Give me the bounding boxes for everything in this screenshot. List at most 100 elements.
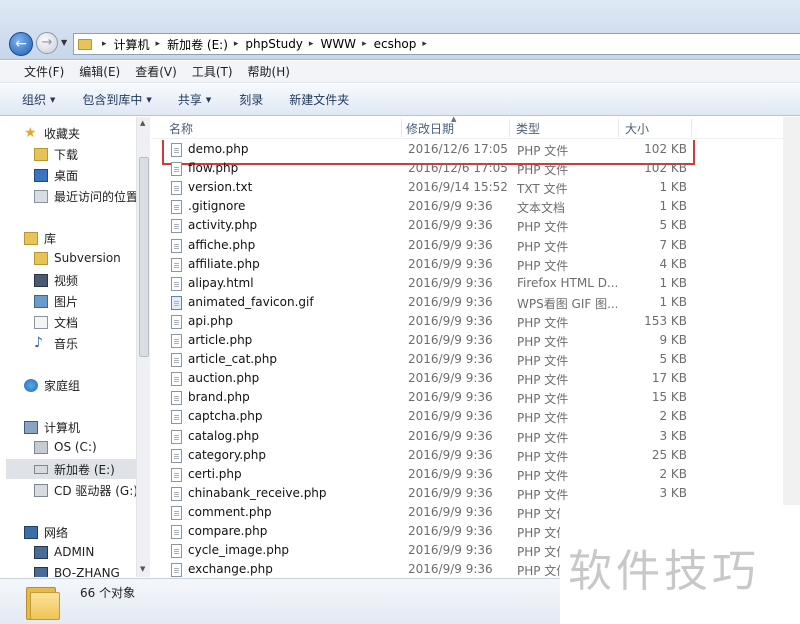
file-row[interactable]: demo.php 2016/12/6 17:05 PHP 文件 102 KB — [151, 140, 711, 159]
file-row[interactable]: affiliate.php 2016/9/9 9:36 PHP 文件 4 KB — [151, 255, 711, 274]
file-date: 2016/12/6 17:05 — [408, 142, 508, 156]
menu-help[interactable]: 帮助(H) — [248, 63, 290, 80]
file-name: article.php — [188, 333, 253, 347]
file-row[interactable]: auction.php 2016/9/9 9:36 PHP 文件 17 KB — [151, 369, 711, 388]
file-date: 2016/9/9 9:36 — [408, 313, 493, 328]
file-row[interactable]: chinabank_receive.php 2016/9/9 9:36 PHP 文件… — [151, 484, 711, 503]
nav-drive-g[interactable]: CD 驱动器 (G:) — [34, 482, 138, 499]
chevron-right-icon[interactable]: ▸ — [156, 39, 161, 49]
menu-file[interactable]: 文件(F) — [24, 63, 64, 80]
file-row[interactable]: article.php 2016/9/9 9:36 PHP 文件 9 KB — [151, 331, 711, 350]
file-size: 3 KB — [659, 485, 687, 500]
file-date: 2016/9/9 9:36 — [408, 294, 493, 309]
file-icon — [171, 525, 182, 539]
breadcrumb-drive-e[interactable]: 新加卷 (E:) — [167, 36, 228, 53]
column-divider[interactable] — [509, 119, 510, 137]
nav-network-bo-zhang[interactable]: BO-ZHANG — [34, 566, 120, 577]
scroll-down-icon[interactable]: ▼ — [140, 565, 145, 573]
breadcrumb-www[interactable]: WWW — [320, 37, 356, 51]
file-row[interactable]: article_cat.php 2016/9/9 9:36 PHP 文件 5 KB — [151, 350, 711, 369]
nav-videos[interactable]: 视频 — [34, 272, 78, 289]
file-row[interactable]: api.php 2016/9/9 9:36 PHP 文件 153 KB — [151, 312, 711, 331]
nav-documents[interactable]: 文档 — [34, 314, 78, 331]
file-row[interactable]: captcha.php 2016/9/9 9:36 PHP 文件 2 KB — [151, 407, 711, 426]
column-divider[interactable] — [618, 119, 619, 137]
file-icon — [171, 410, 182, 425]
file-date: 2016/9/9 9:36 — [408, 237, 493, 252]
scroll-up-icon[interactable]: ▲ — [140, 119, 145, 127]
share-button[interactable]: 共享 ▼ — [178, 91, 211, 108]
chevron-right-icon[interactable]: ▸ — [102, 39, 107, 49]
desktop-icon — [34, 169, 48, 182]
breadcrumb-phpstudy[interactable]: phpStudy — [245, 37, 303, 51]
nav-drive-c[interactable]: OS (C:) — [34, 440, 97, 454]
burn-button[interactable]: 刻录 — [239, 91, 263, 108]
chevron-right-icon[interactable]: ▸ — [362, 39, 367, 49]
nav-network[interactable]: 网络 — [24, 524, 68, 541]
file-row[interactable]: version.txt 2016/9/14 15:52 TXT 文件 1 KB — [151, 178, 711, 197]
address-bar[interactable]: ▸ 计算机 ▸ 新加卷 (E:) ▸ phpStudy ▸ WWW ▸ ecsh… — [73, 33, 800, 55]
file-row[interactable]: animated_favicon.gif 2016/9/9 9:36 WPS看图 G… — [151, 293, 711, 312]
file-row[interactable]: affiche.php 2016/9/9 9:36 PHP 文件 7 KB — [151, 236, 711, 255]
file-row[interactable]: flow.php 2016/12/6 17:05 PHP 文件 102 KB — [151, 159, 711, 178]
file-size: 1 KB — [659, 199, 687, 214]
file-name: api.php — [188, 313, 233, 328]
nav-scrollbar[interactable]: ▲ ▼ — [136, 117, 150, 577]
menu-view[interactable]: 查看(V) — [135, 63, 177, 80]
file-date: 2016/9/9 9:36 — [408, 390, 493, 405]
file-type: PHP 文件 — [517, 258, 569, 273]
nav-subversion[interactable]: Subversion — [34, 251, 121, 265]
menu-edit[interactable]: 编辑(E) — [79, 63, 120, 80]
file-date: 2016/9/9 9:36 — [408, 409, 493, 424]
file-row[interactable]: activity.php 2016/9/9 9:36 PHP 文件 5 KB — [151, 216, 711, 235]
back-button[interactable]: ← — [9, 32, 33, 56]
file-date: 2016/9/9 9:36 — [408, 543, 493, 558]
menu-bar: 文件(F) 编辑(E) 查看(V) 工具(T) 帮助(H) — [0, 61, 800, 83]
menu-tools[interactable]: 工具(T) — [192, 63, 233, 80]
breadcrumb-ecshop[interactable]: ecshop — [374, 37, 417, 51]
nav-downloads[interactable]: 下载 — [34, 146, 78, 163]
file-type: PHP 文件 — [517, 430, 569, 445]
nav-drive-c-label: OS (C:) — [54, 440, 97, 454]
nav-desktop[interactable]: 桌面 — [34, 167, 78, 184]
nav-homegroup[interactable]: 家庭组 — [24, 377, 80, 394]
include-in-library-button[interactable]: 包含到库中 ▼ — [82, 91, 151, 108]
chevron-right-icon[interactable]: ▸ — [234, 39, 239, 49]
file-date: 2016/9/9 9:36 — [408, 428, 493, 443]
nav-recent-places[interactable]: 最近访问的位置 — [34, 188, 138, 205]
file-name: brand.php — [188, 390, 250, 405]
file-row[interactable]: category.php 2016/9/9 9:36 PHP 文件 25 KB — [151, 446, 711, 465]
nav-music[interactable]: ♪ 音乐 — [34, 335, 78, 352]
file-row[interactable]: certi.php 2016/9/9 9:36 PHP 文件 2 KB — [151, 465, 711, 484]
file-name: affiche.php — [188, 237, 256, 252]
column-modified[interactable]: 修改日期 — [406, 120, 454, 137]
forward-button[interactable]: → — [36, 32, 58, 54]
nav-network-admin[interactable]: ADMIN — [34, 545, 94, 559]
chevron-right-icon[interactable]: ▸ — [309, 39, 314, 49]
nav-scroll-thumb[interactable] — [139, 157, 149, 357]
file-type: PHP 文件 — [517, 220, 569, 235]
new-folder-button[interactable]: 新建文件夹 — [289, 91, 349, 108]
nav-pictures[interactable]: 图片 — [34, 293, 78, 310]
nav-favorites[interactable]: ★ 收藏夹 — [24, 125, 80, 142]
file-row[interactable]: brand.php 2016/9/9 9:36 PHP 文件 15 KB — [151, 388, 711, 407]
column-divider[interactable] — [401, 119, 402, 137]
file-date: 2016/9/9 9:36 — [408, 275, 493, 290]
nav-drive-e[interactable]: 新加卷 (E:) — [34, 461, 115, 478]
column-type[interactable]: 类型 — [516, 120, 540, 137]
organize-button[interactable]: 组织 ▼ — [22, 91, 55, 108]
nav-computer[interactable]: 计算机 — [24, 419, 80, 436]
file-size: 153 KB — [644, 313, 687, 328]
column-divider[interactable] — [691, 119, 692, 137]
chevron-right-icon[interactable]: ▸ — [422, 39, 427, 49]
file-date: 2016/9/9 9:36 — [408, 447, 493, 462]
file-row[interactable]: .gitignore 2016/9/9 9:36 文本文档 1 KB — [151, 197, 711, 216]
column-size[interactable]: 大小 — [625, 120, 649, 137]
column-name[interactable]: 名称 — [169, 120, 193, 137]
recent-pages-dropdown-icon[interactable]: ▼ — [61, 38, 67, 47]
file-size: 2 KB — [659, 466, 687, 481]
nav-libraries[interactable]: 库 — [24, 230, 56, 247]
file-row[interactable]: catalog.php 2016/9/9 9:36 PHP 文件 3 KB — [151, 427, 711, 446]
file-row[interactable]: alipay.html 2016/9/9 9:36 Firefox HTML D..… — [151, 274, 711, 293]
breadcrumb-computer[interactable]: 计算机 — [114, 36, 150, 53]
